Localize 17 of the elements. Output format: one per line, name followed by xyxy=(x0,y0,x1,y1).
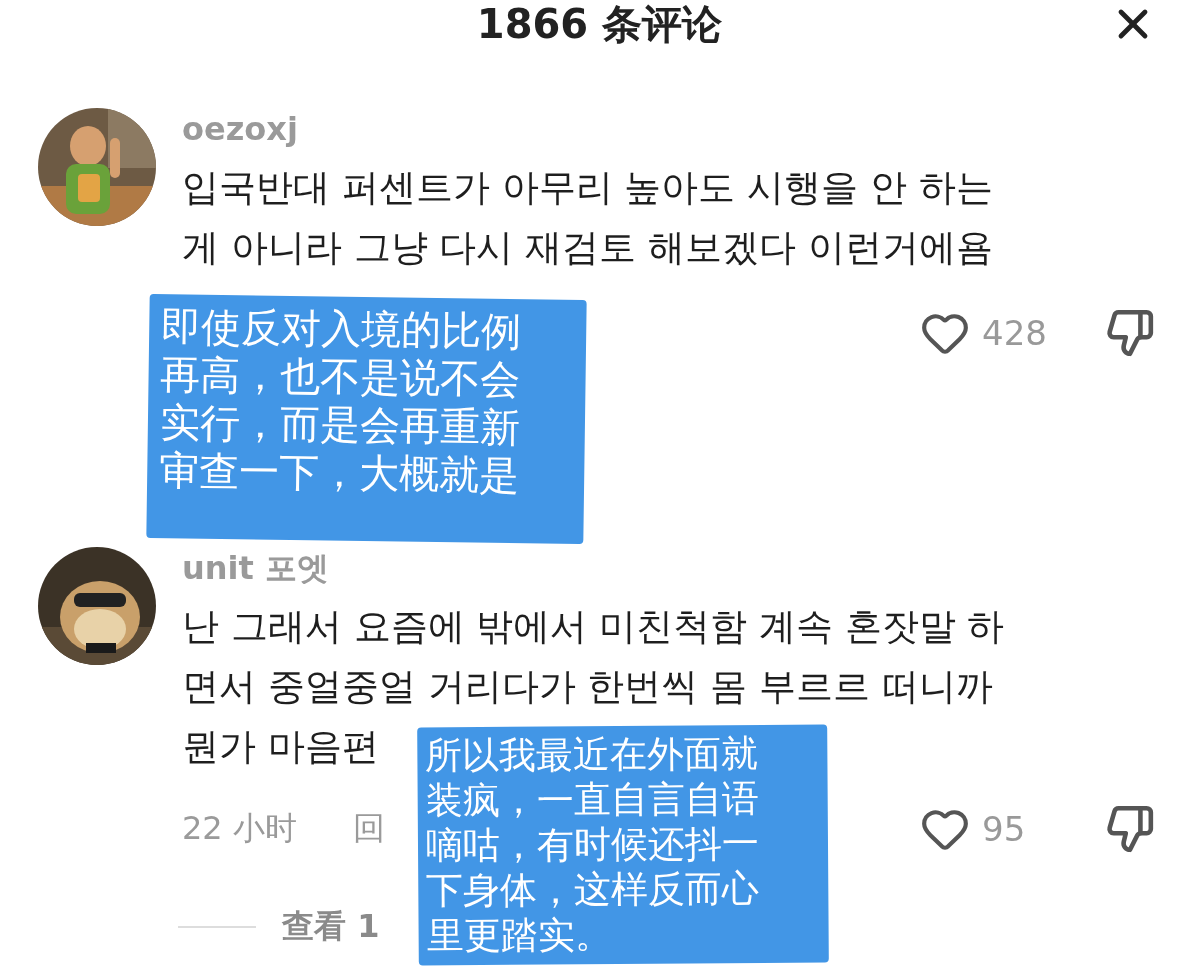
comments-title: 1866 条评论 xyxy=(476,0,723,49)
comment-line: 게 아니라 그냥 다시 재검토 해보겠다 이런거에욤 xyxy=(182,225,993,271)
dislike-button[interactable] xyxy=(1105,308,1155,358)
dislike-button[interactable] xyxy=(1105,804,1155,854)
comment-line: 입국반대 퍼센트가 아무리 높아도 시행을 안 하는 xyxy=(182,165,993,211)
username[interactable]: oezoxj xyxy=(182,108,1155,150)
username[interactable]: unit 포엣 xyxy=(182,547,1155,589)
like-button[interactable]: 95 xyxy=(920,804,1105,854)
view-replies-link[interactable]: 查看 1 xyxy=(282,905,380,949)
comment-line: 난 그래서 요즘에 밖에서 미친척함 계속 혼잣말 하 xyxy=(182,604,1005,650)
comment-line: 면서 중얼중얼 거리다가 한번씩 몸 부르르 떠니까 xyxy=(182,664,993,710)
comment-line: 뭔가 마음편 xyxy=(182,724,379,770)
translation-note: 所以我最近在外面就 装疯，一直自言自语 嘀咕，有时候还抖一 下身体，这样反而心 里更踏实。 xyxy=(417,724,829,966)
like-button[interactable]: 428 xyxy=(920,308,1105,358)
reply-link[interactable]: 回 xyxy=(352,807,385,851)
translation-note: 即使反对入境的比例 再高，也不是说不会 实行，而是会再重新 审查一下，大概就是 xyxy=(146,293,587,545)
comment-time: 22 小时 xyxy=(182,808,297,849)
